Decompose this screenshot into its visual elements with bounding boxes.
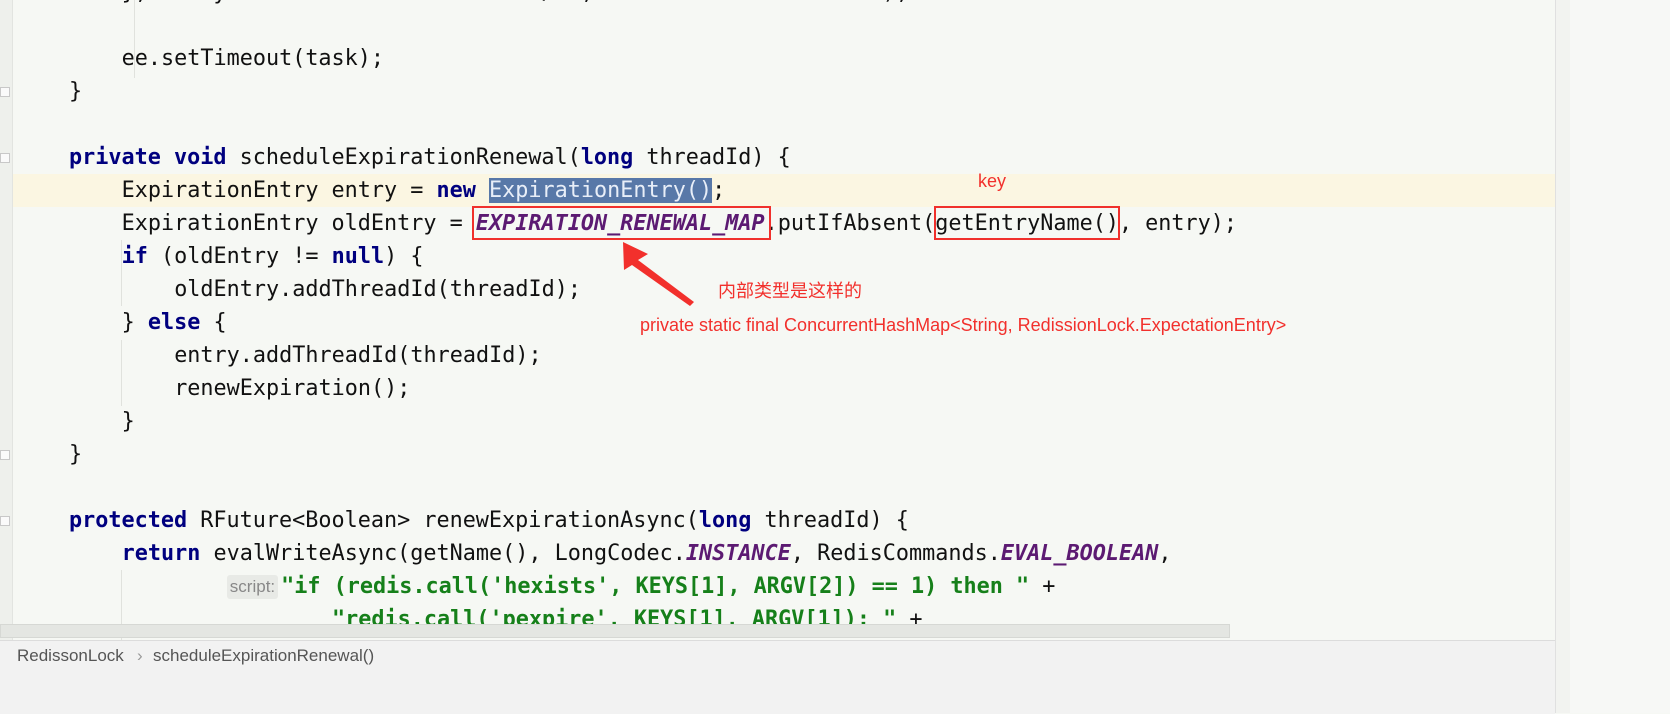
code-token: threadId) {	[751, 508, 909, 533]
code-token: }	[69, 79, 83, 104]
code-token: if	[121, 244, 148, 269]
annotation-box-key	[934, 206, 1120, 240]
code-token: ;	[712, 178, 726, 203]
breadcrumb-class[interactable]: RedissonLock	[17, 646, 124, 666]
fold-marker-icon[interactable]	[0, 153, 10, 163]
code-token: }, delay: internalLockLeaseTime / 3, Tim…	[122, 0, 909, 5]
code-token: evalWriteAsync(getName(), LongCodec.	[200, 541, 686, 566]
breadcrumb-method[interactable]: scheduleExpirationRenewal()	[153, 646, 374, 666]
code-token: oldEntry.addThreadId(threadId);	[174, 277, 581, 302]
code-token: EVAL_BOOLEAN	[1000, 541, 1159, 566]
selected-text: ExpirationEntry()	[489, 178, 713, 203]
annotation-type-decl: private static final ConcurrentHashMap<S…	[640, 315, 1287, 335]
code-line[interactable]: renewExpiration();	[174, 372, 410, 405]
code-line[interactable]: }	[69, 438, 82, 471]
code-token: {	[200, 310, 227, 335]
code-token: }	[69, 442, 83, 467]
indent-guide	[121, 340, 122, 406]
code-line[interactable]: } else {	[122, 306, 227, 339]
code-line[interactable]: }, delay: internalLockLeaseTime / 3, Tim…	[122, 0, 909, 9]
code-token: "if (redis.call('hexists', KEYS[1], ARGV…	[281, 574, 1030, 599]
horizontal-scrollbar[interactable]	[0, 624, 1230, 638]
code-line[interactable]: ExpirationEntry entry = new ExpirationEn…	[121, 174, 726, 207]
code-token: (oldEntry !=	[147, 244, 332, 269]
code-token: new	[436, 178, 476, 203]
code-editor[interactable]: }, delay: internalLockLeaseTime / 3, Tim…	[0, 0, 1555, 640]
code-token: null	[331, 244, 385, 269]
code-token: }	[121, 310, 148, 335]
code-token: ee.setTimeout(task);	[121, 46, 385, 71]
code-token: ) {	[384, 244, 424, 269]
right-panel	[1570, 0, 1670, 713]
fold-marker-icon[interactable]	[0, 516, 10, 526]
annotation-arrow-icon	[623, 242, 694, 306]
code-token: return	[121, 541, 201, 566]
code-token: scheduleExpirationRenewal(	[226, 145, 581, 170]
code-token: }	[121, 409, 135, 434]
vertical-scrollbar[interactable]	[1555, 0, 1571, 713]
code-token: +	[1029, 574, 1056, 599]
code-token: RFuture<Boolean> renewExpirationAsync(	[187, 508, 699, 533]
code-line[interactable]: if (oldEntry != null) {	[122, 240, 424, 273]
code-token: , RedisCommands.	[790, 541, 1001, 566]
code-token: ExpirationEntry entry =	[121, 178, 437, 203]
code-token: else	[147, 310, 201, 335]
code-line[interactable]: protected RFuture<Boolean> renewExpirati…	[69, 504, 909, 537]
fold-marker-icon[interactable]	[0, 87, 10, 97]
code-line[interactable]: script: "if (redis.call('hexists', KEYS[1…	[226, 570, 1056, 603]
breadcrumb-separator: ›	[137, 646, 143, 665]
code-line[interactable]: return evalWriteAsync(getName(), LongCod…	[122, 537, 1172, 570]
code-token: threadId) {	[633, 145, 791, 170]
parameter-hint: script:	[226, 575, 279, 599]
code-token: renewExpiration();	[174, 376, 411, 401]
code-line[interactable]: entry.addThreadId(threadId);	[174, 339, 541, 372]
breadcrumb: RedissonLock › scheduleExpirationRenewal…	[0, 640, 1555, 714]
code-line[interactable]: private void scheduleExpirationRenewal(l…	[69, 141, 791, 174]
code-token: private void	[69, 145, 227, 170]
code-line[interactable]: oldEntry.addThreadId(threadId);	[174, 273, 581, 306]
code-token: long	[698, 508, 752, 533]
code-token: ,	[1158, 541, 1172, 566]
code-line[interactable]: ee.setTimeout(task);	[122, 42, 384, 75]
code-line[interactable]: }	[122, 405, 135, 438]
annotation-type-note: 内部类型是这样的	[718, 281, 862, 301]
annotation-key-label: key	[978, 171, 1007, 191]
code-token: ExpirationEntry oldEntry =	[121, 211, 476, 236]
fold-marker-icon[interactable]	[0, 450, 10, 460]
code-token: entry.addThreadId(threadId);	[174, 343, 542, 368]
code-token: protected	[69, 508, 188, 533]
code-token: INSTANCE	[685, 541, 791, 566]
code-token: long	[580, 145, 634, 170]
code-line[interactable]: }	[69, 75, 82, 108]
